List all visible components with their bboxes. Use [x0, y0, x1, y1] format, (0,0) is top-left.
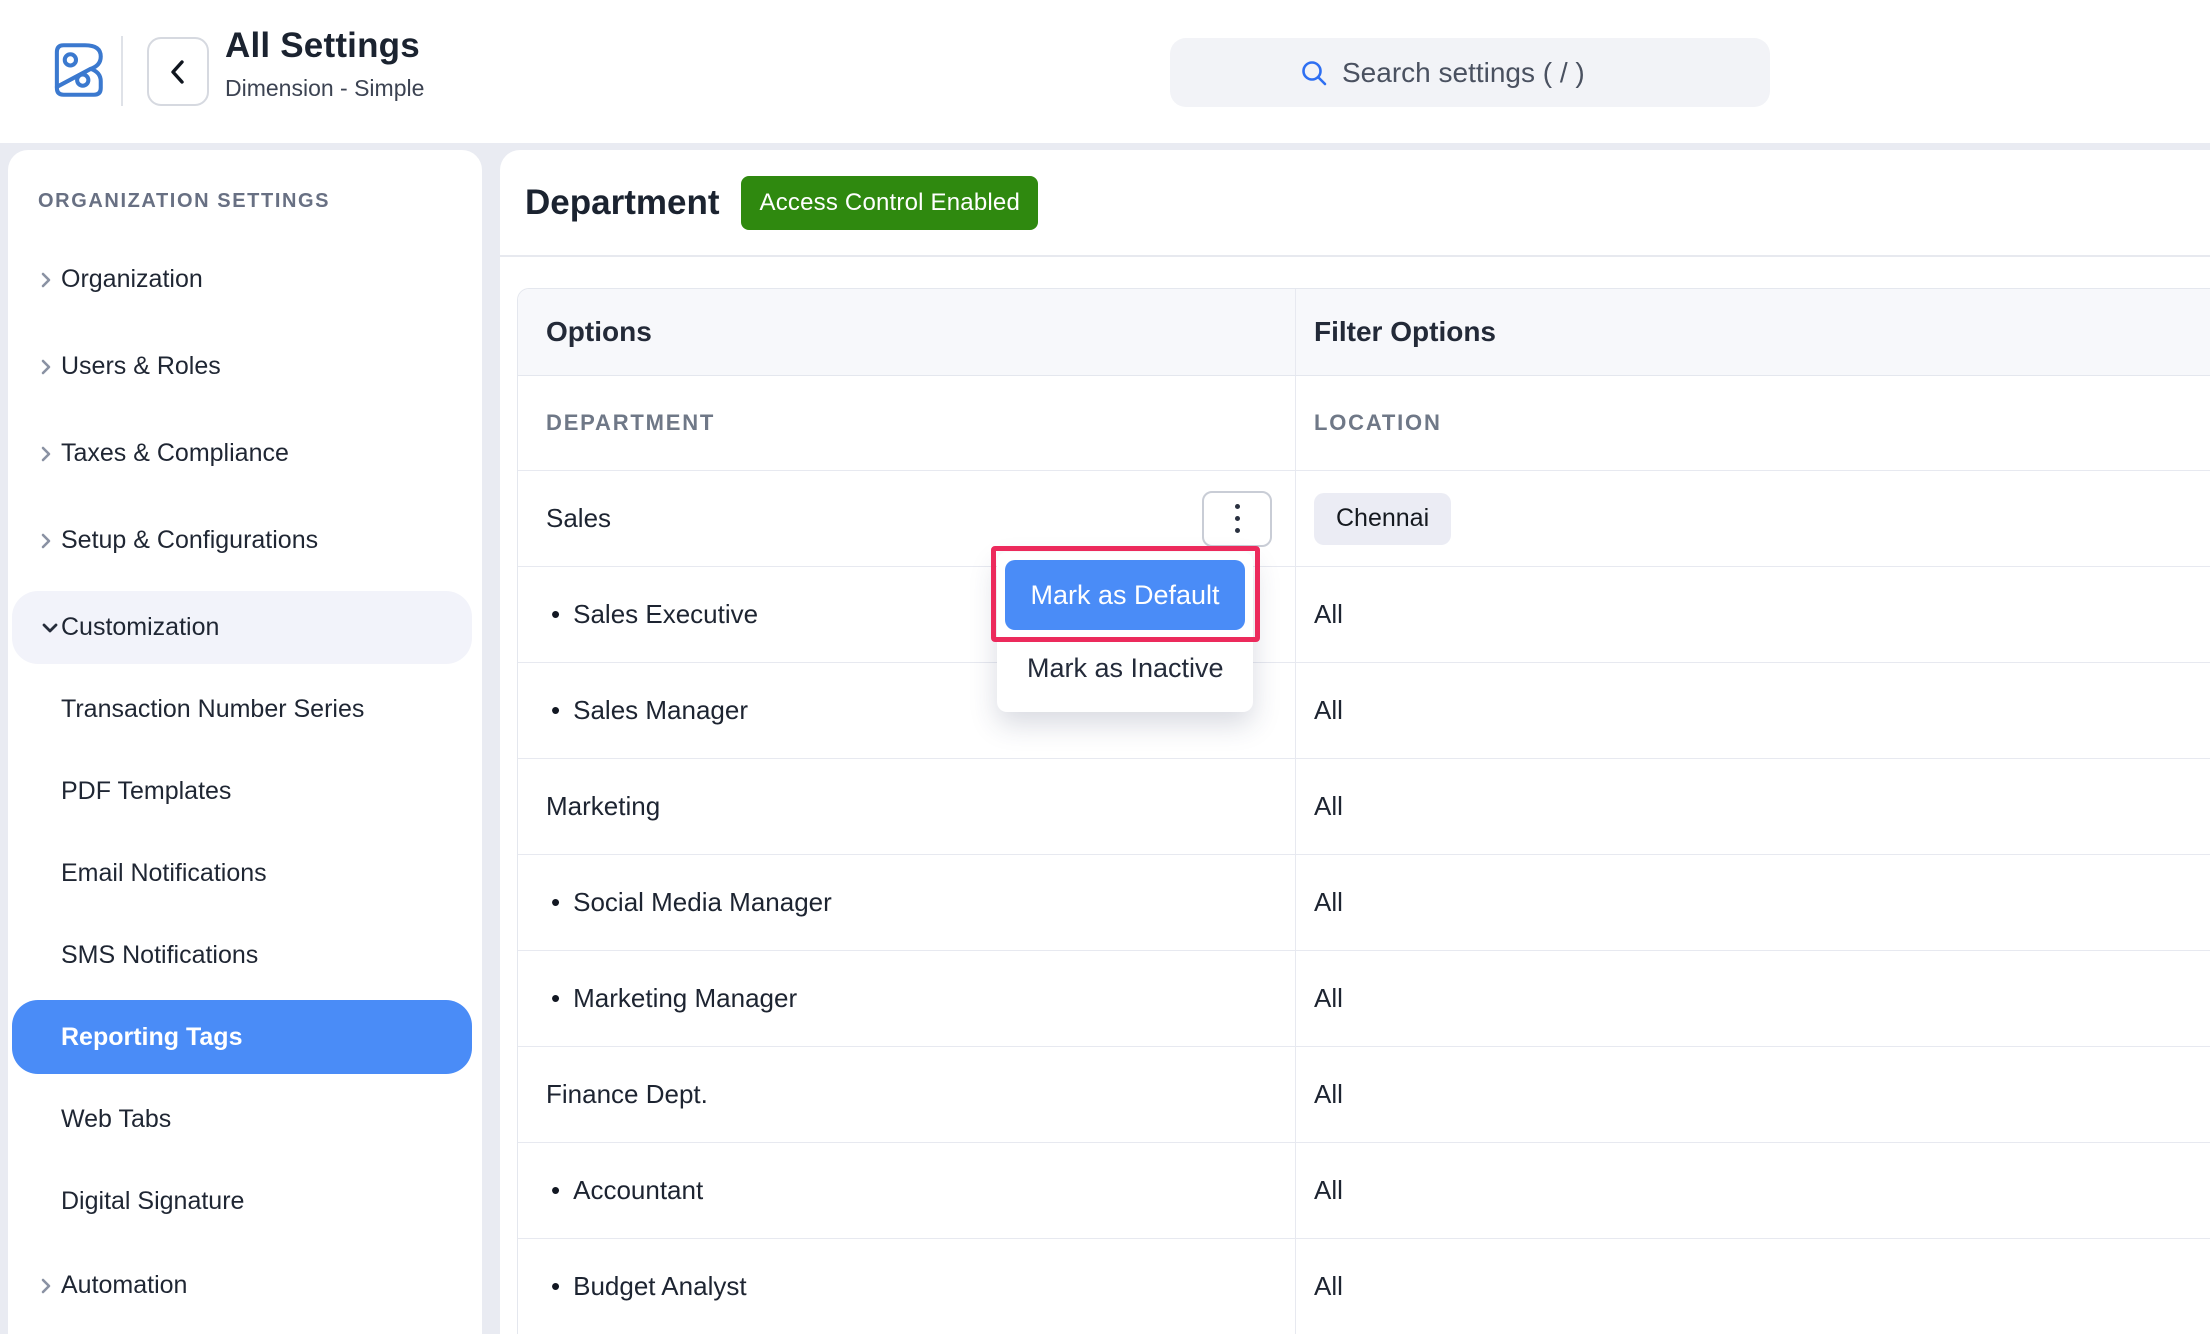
sidebar-item-label: Reporting Tags — [61, 1023, 242, 1052]
department-name: Social Media Manager — [573, 887, 832, 918]
table-row: Marketing All — [518, 759, 2210, 855]
sidebar-item-pdf-templates[interactable]: PDF Templates — [8, 750, 482, 832]
bullet-icon: • — [551, 887, 560, 918]
subheader-department: DEPARTMENT — [518, 376, 1296, 470]
column-header-filter-options: Filter Options — [1296, 289, 2210, 375]
access-control-badge: Access Control Enabled — [741, 176, 1038, 230]
sidebar-item-label: PDF Templates — [61, 777, 231, 806]
filter-value: All — [1314, 983, 1343, 1014]
location-chip: Chennai — [1314, 493, 1451, 545]
filter-value: All — [1314, 599, 1343, 630]
department-name: Marketing Manager — [573, 983, 797, 1014]
sidebar-item-sms-notifications[interactable]: SMS Notifications — [8, 914, 482, 996]
main-title-row: Department Access Control Enabled — [500, 150, 2210, 257]
sidebar-item-label: Transaction Number Series — [61, 695, 364, 724]
table-row: • Social Media Manager All — [518, 855, 2210, 951]
filter-value: All — [1314, 695, 1343, 726]
department-name: Budget Analyst — [573, 1271, 746, 1302]
app-header: All Settings Dimension - Simple — [0, 0, 2210, 143]
department-name: Sales — [546, 503, 611, 534]
settings-sidebar: ORGANIZATION SETTINGS Organization Users… — [8, 150, 482, 1334]
bullet-icon: • — [551, 983, 560, 1014]
bullet-icon: • — [551, 1271, 560, 1302]
table-row: Finance Dept. All — [518, 1047, 2210, 1143]
main-panel: Department Access Control Enabled Option… — [500, 150, 2210, 1334]
sidebar-item-label: Customization — [61, 613, 219, 642]
sidebar-item-organization[interactable]: Organization — [8, 236, 482, 323]
sidebar-item-label: Taxes & Compliance — [61, 439, 289, 468]
department-name: Finance Dept. — [546, 1079, 708, 1110]
row-context-menu: Mark as Default Mark as Inactive — [997, 552, 1253, 712]
table-subheader-row: DEPARTMENT LOCATION — [518, 376, 2210, 471]
filter-value: All — [1314, 791, 1343, 822]
menu-item-mark-as-inactive[interactable]: Mark as Inactive — [997, 630, 1253, 706]
search-icon — [1298, 57, 1330, 89]
filter-value: All — [1314, 1271, 1343, 1302]
settings-search[interactable] — [1170, 38, 1770, 107]
sidebar-item-label: Email Notifications — [61, 859, 267, 888]
dimension-title: Department — [525, 183, 719, 223]
filter-value: All — [1314, 1079, 1343, 1110]
chevron-right-icon — [36, 444, 56, 464]
chevron-left-icon — [167, 56, 189, 88]
department-name: Accountant — [573, 1175, 703, 1206]
sidebar-item-email-notifications[interactable]: Email Notifications — [8, 832, 482, 914]
sidebar-item-automation[interactable]: Automation — [8, 1242, 482, 1329]
sidebar-item-transaction-number-series[interactable]: Transaction Number Series — [8, 668, 482, 750]
bullet-icon: • — [551, 1175, 560, 1206]
sidebar-item-label: Users & Roles — [61, 352, 221, 381]
bullet-icon: • — [551, 599, 560, 630]
kebab-dot — [1235, 504, 1240, 509]
sidebar-item-digital-signature[interactable]: Digital Signature — [8, 1160, 482, 1242]
department-table: Options Filter Options DEPARTMENT LOCATI… — [517, 288, 2210, 1334]
sidebar-item-label: Setup & Configurations — [61, 526, 318, 555]
zoho-books-logo — [40, 32, 112, 108]
table-row: Sales Chennai — [518, 471, 2210, 567]
department-name: Sales Executive — [573, 599, 758, 630]
sidebar-item-reporting-tags[interactable]: Reporting Tags — [12, 1000, 472, 1074]
bullet-icon: • — [551, 695, 560, 726]
subheader-location: LOCATION — [1296, 376, 2210, 470]
chevron-down-icon — [40, 618, 60, 638]
table-row: • Sales Manager All — [518, 663, 2210, 759]
table-row: • Accountant All — [518, 1143, 2210, 1239]
sidebar-item-users-roles[interactable]: Users & Roles — [8, 323, 482, 410]
chevron-right-icon — [36, 531, 56, 551]
sidebar-item-label: SMS Notifications — [61, 941, 258, 970]
table-header-row: Options Filter Options — [518, 289, 2210, 376]
header-divider — [121, 36, 123, 106]
table-row: • Sales Executive All — [518, 567, 2210, 663]
chevron-right-icon — [36, 1276, 56, 1296]
sidebar-item-web-tabs[interactable]: Web Tabs — [8, 1078, 482, 1160]
table-row: • Marketing Manager All — [518, 951, 2210, 1047]
sidebar-item-label: Organization — [61, 265, 203, 294]
page-title: All Settings — [225, 26, 424, 66]
sidebar-item-label: Digital Signature — [61, 1187, 244, 1216]
filter-value: All — [1314, 1175, 1343, 1206]
sidebar-item-customization[interactable]: Customization — [12, 591, 472, 664]
sidebar-item-label: Automation — [61, 1271, 187, 1300]
page-subtitle: Dimension - Simple — [225, 75, 424, 102]
search-input[interactable] — [1342, 57, 1642, 89]
row-menu-button[interactable] — [1202, 491, 1272, 547]
title-block: All Settings Dimension - Simple — [225, 26, 424, 102]
kebab-dot — [1235, 516, 1240, 521]
department-name: Sales Manager — [573, 695, 748, 726]
column-header-options: Options — [518, 289, 1296, 375]
chevron-right-icon — [36, 357, 56, 377]
back-button[interactable] — [147, 37, 209, 106]
menu-item-mark-as-default[interactable]: Mark as Default — [1005, 560, 1245, 630]
filter-value: All — [1314, 887, 1343, 918]
table-row: • Budget Analyst All — [518, 1239, 2210, 1334]
sidebar-item-label: Web Tabs — [61, 1105, 171, 1134]
sidebar-item-setup-configurations[interactable]: Setup & Configurations — [8, 497, 482, 584]
kebab-dot — [1235, 528, 1240, 533]
sidebar-section-title: ORGANIZATION SETTINGS — [38, 190, 330, 213]
department-name: Marketing — [546, 791, 660, 822]
chevron-right-icon — [36, 270, 56, 290]
sidebar-item-taxes-compliance[interactable]: Taxes & Compliance — [8, 410, 482, 497]
